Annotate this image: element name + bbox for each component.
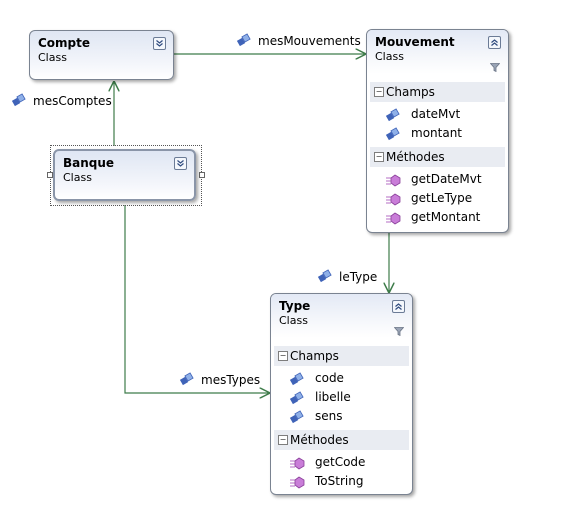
class-kind: Class: [38, 51, 67, 64]
collapse-icon[interactable]: −: [374, 152, 384, 162]
field-icon: [385, 127, 401, 141]
association-name: mesMouvements: [258, 34, 361, 48]
section-label: Méthodes: [290, 433, 349, 447]
association-label-leType[interactable]: leType: [317, 269, 378, 284]
method-name: getCode: [315, 455, 366, 469]
field-name: libelle: [315, 390, 351, 404]
resize-handle-right[interactable]: [199, 172, 205, 178]
association-icon: [236, 33, 252, 47]
association-icon: [11, 93, 27, 107]
chevron-double-up-icon[interactable]: [392, 300, 405, 313]
class-name: Compte: [38, 36, 91, 50]
association-label-mesComptes[interactable]: mesComptes: [11, 93, 112, 108]
class-compte-header: Compte Class: [30, 31, 173, 69]
collapse-icon[interactable]: −: [278, 351, 288, 361]
class-name: Banque: [63, 156, 115, 170]
class-name: Type: [279, 299, 311, 313]
connector-mesTypes[interactable]: [124, 205, 269, 393]
method-name: getDateMvt: [411, 172, 482, 186]
class-mouvement[interactable]: Mouvement Class − Champs dateMvt montant: [366, 29, 509, 233]
method-name: ToString: [315, 474, 364, 488]
association-icon: [317, 269, 333, 283]
class-kind: Class: [279, 314, 308, 327]
class-mouvement-header: Mouvement Class: [367, 30, 508, 74]
collapse-icon[interactable]: −: [278, 435, 288, 445]
field-item[interactable]: libelle: [271, 388, 412, 407]
class-type-header: Type Class: [271, 294, 412, 338]
section-methods[interactable]: − Méthodes: [274, 430, 409, 450]
class-kind: Class: [375, 50, 404, 63]
class-diagram: Compte Class Mouvement Class − Champs da…: [0, 0, 583, 513]
method-item[interactable]: getLeType: [367, 189, 508, 208]
section-label: Champs: [290, 349, 339, 363]
method-icon: [289, 475, 305, 489]
filter-icon[interactable]: [489, 61, 501, 73]
association-name: leType: [339, 270, 378, 284]
association-label-mesTypes[interactable]: mesTypes: [179, 372, 261, 387]
chevron-double-up-icon[interactable]: [488, 36, 501, 49]
field-name: dateMvt: [411, 107, 461, 121]
field-name: montant: [411, 126, 463, 140]
association-label-mesMouvements[interactable]: mesMouvements: [236, 33, 361, 48]
field-icon: [289, 410, 305, 424]
field-item[interactable]: code: [271, 369, 412, 388]
field-icon: [385, 108, 401, 122]
field-name: sens: [315, 409, 343, 423]
field-icon: [289, 391, 305, 405]
method-name: getMontant: [411, 210, 481, 224]
section-fields[interactable]: − Champs: [274, 346, 409, 366]
class-name: Mouvement: [375, 35, 455, 49]
filter-icon[interactable]: [393, 325, 405, 337]
method-icon: [289, 456, 305, 470]
method-item[interactable]: getCode: [271, 453, 412, 472]
section-label: Méthodes: [386, 150, 445, 164]
method-item[interactable]: ToString: [271, 472, 412, 491]
method-item[interactable]: getDateMvt: [367, 170, 508, 189]
chevron-double-down-icon[interactable]: [174, 157, 187, 170]
class-banque-header: Banque Class: [55, 151, 194, 189]
field-icon: [289, 372, 305, 386]
field-item[interactable]: montant: [367, 124, 508, 143]
method-icon: [385, 173, 401, 187]
method-icon: [385, 211, 401, 225]
class-type[interactable]: Type Class − Champs code libelle sens − …: [270, 293, 413, 495]
method-icon: [385, 192, 401, 206]
class-compte[interactable]: Compte Class: [29, 30, 174, 80]
section-methods[interactable]: − Méthodes: [370, 147, 505, 167]
association-name: mesTypes: [201, 373, 261, 387]
field-name: code: [315, 371, 344, 385]
method-name: getLeType: [411, 191, 473, 205]
association-name: mesComptes: [33, 94, 112, 108]
chevron-double-down-icon[interactable]: [153, 37, 166, 50]
collapse-icon[interactable]: −: [374, 87, 384, 97]
field-item[interactable]: sens: [271, 407, 412, 426]
association-icon: [179, 372, 195, 386]
section-label: Champs: [386, 85, 435, 99]
section-fields[interactable]: − Champs: [370, 82, 505, 102]
class-kind: Class: [63, 171, 92, 184]
method-item[interactable]: getMontant: [367, 208, 508, 227]
class-banque[interactable]: Banque Class: [53, 149, 196, 201]
field-item[interactable]: dateMvt: [367, 105, 508, 124]
